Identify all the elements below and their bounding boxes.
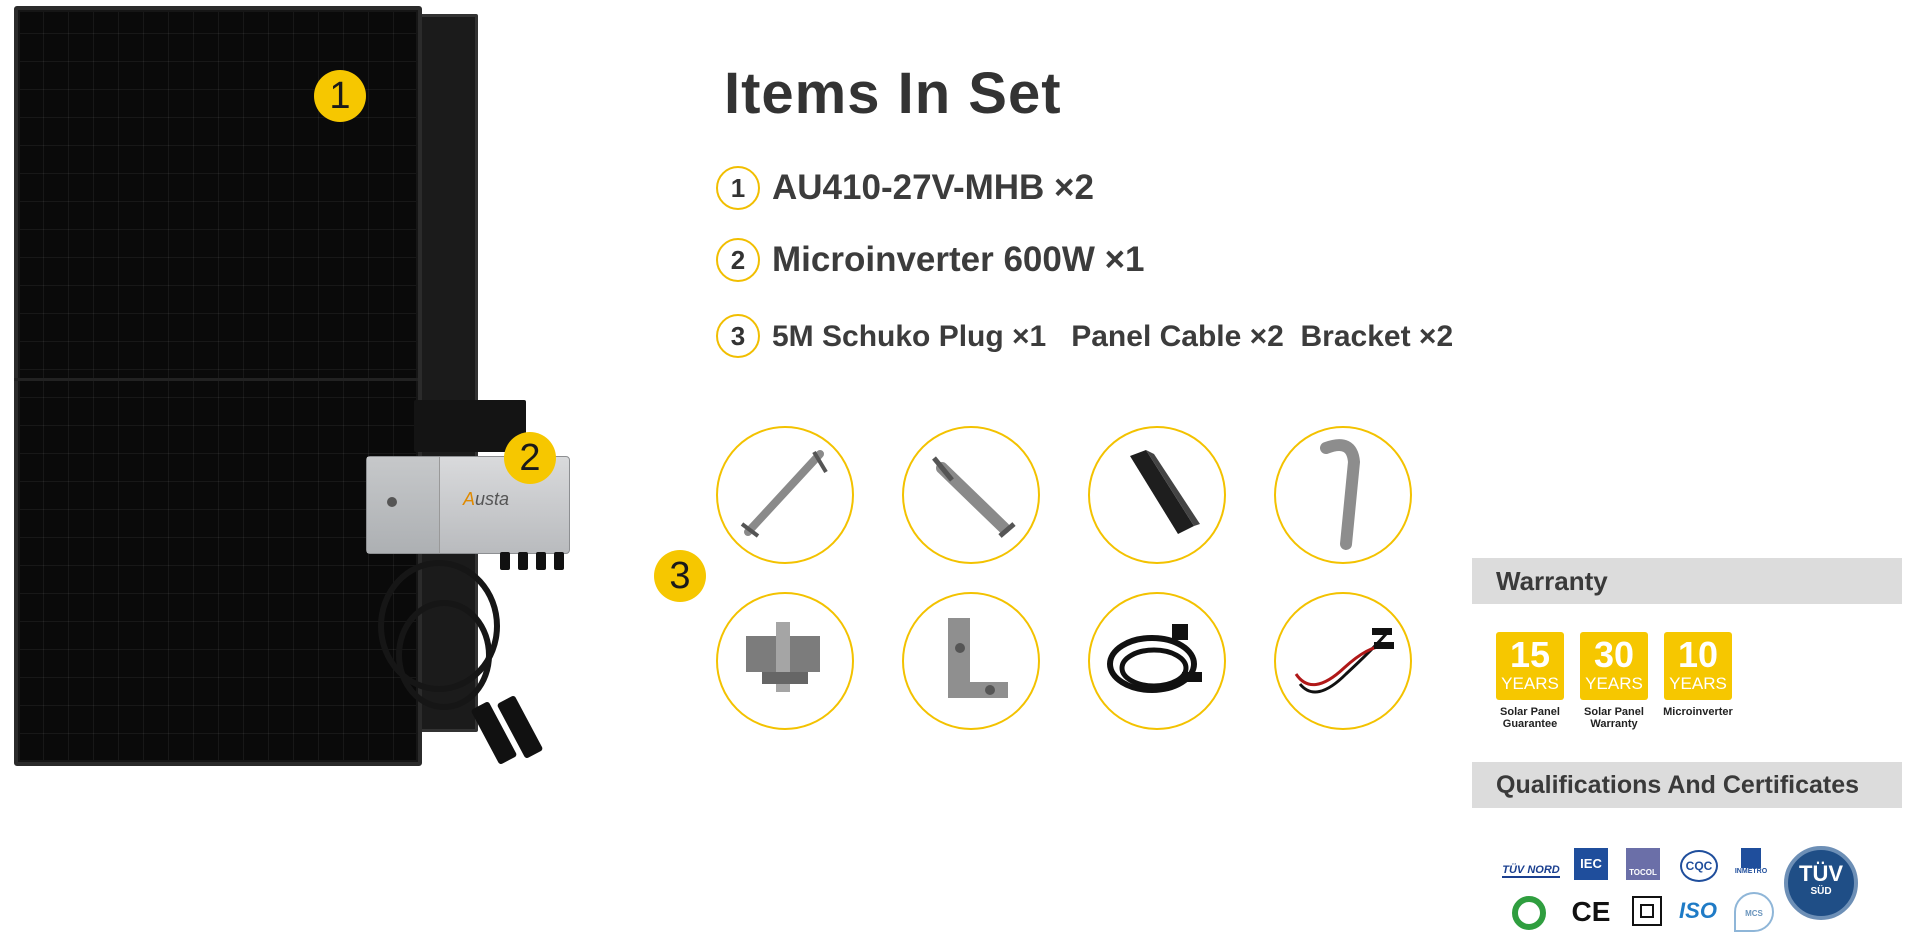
iec-logo: IEC <box>1574 848 1608 880</box>
warranty-caption-line2: Warranty <box>1590 718 1638 730</box>
inverter-connector <box>536 552 546 570</box>
warranty-tile-15: 15 YEARS <box>1496 632 1564 700</box>
callout-badge-3: 3 <box>654 550 706 602</box>
inverter-connector <box>500 552 510 570</box>
warranty-caption-line1: Microinverter <box>1663 706 1733 718</box>
clamp-icon <box>716 592 854 730</box>
warranty-caption-line1: Solar Panel <box>1584 706 1644 718</box>
panel-cable-icon <box>1274 592 1412 730</box>
tuv-nord-logo: TÜV NORD <box>1502 864 1560 878</box>
warranty-caption: Microinverter <box>1653 706 1743 718</box>
warranty-unit: YEARS <box>1501 674 1559 693</box>
roof-hook-icon <box>1274 426 1412 564</box>
inmetro-logo: INMETRO <box>1734 848 1768 882</box>
tuv-sud-logo: TÜV SÜD <box>1784 846 1858 920</box>
cqc-logo: CQC <box>1680 850 1718 882</box>
item-number-1: 1 <box>716 166 760 210</box>
tocol-logo: TOCOL <box>1626 848 1660 880</box>
callout-badge-2: 2 <box>504 432 556 484</box>
adjustable-bracket-icon <box>902 426 1040 564</box>
page-title: Items In Set <box>724 61 1062 126</box>
inverter-connector <box>554 552 564 570</box>
item-text-3: 5M Schuko Plug ×1 Panel Cable ×2 Bracket… <box>772 320 1454 353</box>
recycle-ring-icon <box>1512 896 1546 930</box>
mcs-logo: MCS <box>1734 892 1774 932</box>
tuv-sud-line1: TÜV <box>1799 861 1843 886</box>
warranty-years: 30 <box>1593 634 1635 675</box>
schuko-cable-icon <box>1088 592 1226 730</box>
solar-panel-image <box>14 6 422 766</box>
ce-logo: CE <box>1571 896 1611 927</box>
item-text-2: Microinverter 600W ×1 <box>772 240 1145 279</box>
inverter-connector <box>518 552 528 570</box>
item-number-3: 3 <box>716 314 760 358</box>
item-text-1: AU410-27V-MHB ×2 <box>772 168 1094 207</box>
rail-icon <box>1088 426 1226 564</box>
class-ii-inner-icon <box>1640 904 1654 918</box>
warranty-unit: YEARS <box>1585 674 1643 693</box>
bracket-arm-icon <box>716 426 854 564</box>
warranty-caption: Solar Panel Warranty <box>1569 706 1659 730</box>
item-number-2: 2 <box>716 238 760 282</box>
l-bracket-icon <box>902 592 1040 730</box>
tuv-sud-line2: SÜD <box>1810 886 1832 897</box>
warranty-tile-30: 30 YEARS <box>1580 632 1648 700</box>
warranty-caption-line2: Guarantee <box>1502 718 1558 730</box>
warranty-years: 15 <box>1509 634 1551 675</box>
warranty-years: 10 <box>1677 634 1719 675</box>
warranty-tile-10: 10 YEARS <box>1664 632 1732 700</box>
warranty-caption: Solar Panel Guarantee <box>1485 706 1575 730</box>
warranty-section-header: Warranty <box>1472 558 1902 604</box>
iso-logo: ISO <box>1679 898 1717 923</box>
inmetro-label: INMETRO <box>1734 868 1768 875</box>
class-ii-icon <box>1632 896 1662 926</box>
warranty-caption-line1: Solar Panel <box>1500 706 1560 718</box>
dc-cable-loop-2 <box>396 600 492 710</box>
inverter-status-light <box>387 497 397 507</box>
inverter-brand-logo: Austa <box>463 489 510 509</box>
callout-badge-1: 1 <box>314 70 366 122</box>
inmetro-mark-icon <box>1741 848 1761 868</box>
warranty-unit: YEARS <box>1669 674 1727 693</box>
inverter-side-panel <box>367 457 440 553</box>
panel-frame-divider <box>14 378 418 381</box>
certificates-section-header: Qualifications And Certificates <box>1472 762 1902 808</box>
